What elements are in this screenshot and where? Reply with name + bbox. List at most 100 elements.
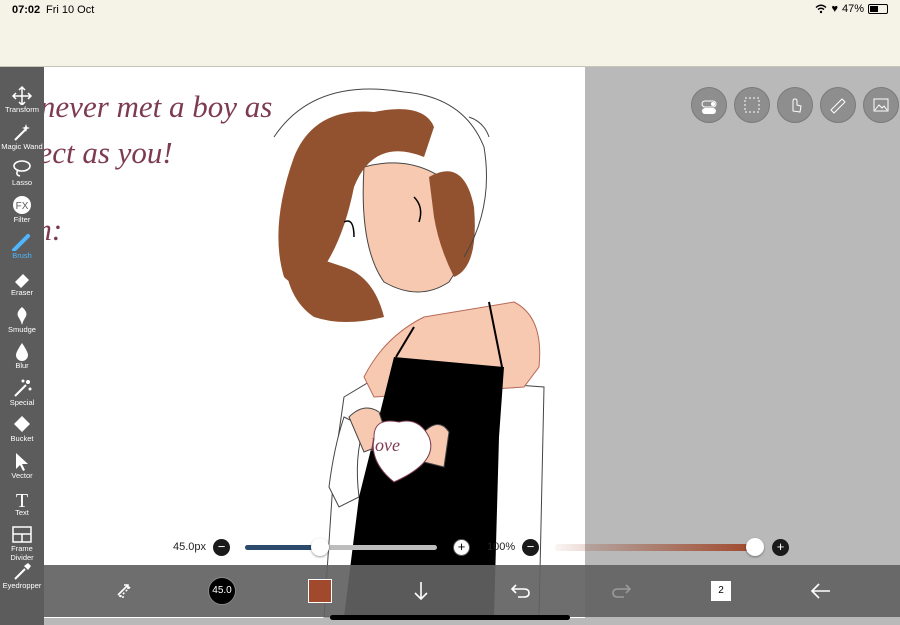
bucket-icon xyxy=(14,416,30,433)
undo-icon xyxy=(510,584,530,598)
tool-vector[interactable]: Vector xyxy=(0,451,44,480)
vector-icon xyxy=(16,453,28,471)
tool-label: Filter xyxy=(13,214,31,224)
heart-text: love xyxy=(370,435,400,455)
current-color-swatch xyxy=(308,579,332,603)
frame-divider-icon xyxy=(12,526,32,543)
lasso-icon xyxy=(13,160,31,177)
tool-label: Blur xyxy=(15,361,29,371)
download-button[interactable] xyxy=(406,565,436,617)
tool-eraser[interactable]: Eraser xyxy=(0,268,44,297)
brush-size-knob[interactable] xyxy=(310,538,329,556)
arrow-down-icon xyxy=(414,582,428,601)
wifi-icon xyxy=(815,4,827,14)
opacity-knob[interactable] xyxy=(746,538,764,556)
image-icon xyxy=(873,98,889,112)
swap-arrows-icon xyxy=(117,584,131,598)
ruler-icon xyxy=(830,98,846,114)
tool-frame-divider[interactable]: Frame Divider xyxy=(0,524,44,562)
eyedropper-icon xyxy=(14,562,31,580)
redo-button[interactable] xyxy=(606,565,636,617)
tool-sidebar: Transform Magic Wand Lasso FX Filter Brush Era… xyxy=(0,67,44,625)
tool-special[interactable]: Special xyxy=(0,378,44,407)
eraser-icon xyxy=(15,274,29,288)
blur-icon xyxy=(16,343,28,362)
tool-label: Text xyxy=(15,507,29,517)
tool-label: Lasso xyxy=(11,178,32,188)
transform-icon xyxy=(11,85,33,105)
brush-size-fill xyxy=(245,545,320,550)
tool-brush[interactable]: Brush xyxy=(0,231,44,260)
brush-size-decrease-button[interactable]: − xyxy=(213,539,230,556)
opacity-decrease-button[interactable]: − xyxy=(522,539,539,556)
quick-selection-button[interactable] xyxy=(734,87,770,123)
layers-count: 2 xyxy=(718,585,724,596)
tool-label: Brush xyxy=(12,251,32,261)
undo-button[interactable] xyxy=(506,565,536,617)
quick-toggle-button[interactable] xyxy=(691,87,727,123)
tool-blur[interactable]: Blur xyxy=(0,341,44,370)
transform-action-button[interactable] xyxy=(104,565,144,617)
redo-icon xyxy=(612,584,632,598)
quick-ruler-button[interactable] xyxy=(820,87,856,123)
status-time: 07:02 xyxy=(12,4,41,16)
svg-text:FX: FX xyxy=(16,201,29,212)
opacity-slider[interactable] xyxy=(555,538,764,556)
tool-label: Magic Wand xyxy=(1,141,43,151)
layers-button[interactable]: 2 xyxy=(706,565,736,617)
tool-filter[interactable]: FX Filter xyxy=(0,195,44,224)
magic-wand-icon xyxy=(14,123,30,141)
arrow-left-icon xyxy=(810,583,830,599)
tool-text[interactable]: T Text xyxy=(0,488,44,517)
text-icon: T xyxy=(16,490,28,508)
brush-size-label: 45.0px xyxy=(173,541,207,553)
drawing-canvas[interactable]: his never met a boy as erfect as you! om… xyxy=(44,67,585,618)
back-button[interactable] xyxy=(806,565,836,617)
battery-icon xyxy=(868,4,888,14)
tool-lasso[interactable]: Lasso xyxy=(0,158,44,187)
tool-label: Eraser xyxy=(10,288,34,297)
canvas-text-line2: erfect as you! xyxy=(44,135,173,170)
quick-image-button[interactable] xyxy=(863,87,899,123)
tool-label: Smudge xyxy=(8,324,36,334)
tool-label: Transform xyxy=(5,105,39,114)
tool-eyedropper[interactable]: Eyedropper xyxy=(0,561,44,590)
tool-label: Vector xyxy=(11,471,33,480)
tool-bucket[interactable]: Bucket xyxy=(0,414,44,443)
status-bar: 07:02 Fri 10 Oct ♥ 47% xyxy=(0,0,900,20)
artwork: his never met a boy as erfect as you! om… xyxy=(44,88,545,618)
status-right: ♥ 47% xyxy=(815,3,888,15)
filter-icon: FX xyxy=(13,195,31,214)
home-indicator xyxy=(330,615,570,620)
canvas-text-line1: his never met a boy as xyxy=(44,89,272,124)
quick-touch-button[interactable] xyxy=(777,87,813,123)
brush-size-increase-button[interactable]: + xyxy=(453,539,470,556)
tool-label: Eyedropper xyxy=(2,580,42,590)
canvas-text-line3: om: xyxy=(44,212,62,247)
touch-icon xyxy=(792,98,802,113)
tool-transform[interactable]: Transform xyxy=(0,85,44,114)
top-bar xyxy=(0,20,900,67)
tool-smudge[interactable]: Smudge xyxy=(0,305,44,334)
tool-label: Frame Divider xyxy=(10,544,34,563)
brush-size-button[interactable]: 45.0 xyxy=(204,565,240,617)
battery-percent: 47% xyxy=(841,3,864,15)
smudge-icon xyxy=(17,306,27,325)
bottom-toolbar: 45.0 2 xyxy=(44,565,900,617)
selection-icon xyxy=(744,97,760,113)
status-date: Fri 10 Oct xyxy=(46,4,95,16)
tool-magic-wand[interactable]: Magic Wand xyxy=(0,122,44,151)
opacity-label: 100% xyxy=(487,541,516,553)
brush-icon xyxy=(12,234,30,252)
brush-size-slider[interactable] xyxy=(245,538,437,556)
color-button[interactable] xyxy=(306,565,334,617)
special-icon xyxy=(14,379,32,397)
tool-label: Special xyxy=(9,397,35,407)
opacity-increase-button[interactable]: + xyxy=(772,539,789,556)
heart-status-icon: ♥ xyxy=(831,3,838,15)
layers-icon: 2 xyxy=(711,581,731,601)
svg-text:T: T xyxy=(16,490,28,508)
toggle-icon xyxy=(701,100,717,114)
tool-label: Bucket xyxy=(10,434,34,444)
brush-size-badge: 45.0 xyxy=(208,577,236,605)
